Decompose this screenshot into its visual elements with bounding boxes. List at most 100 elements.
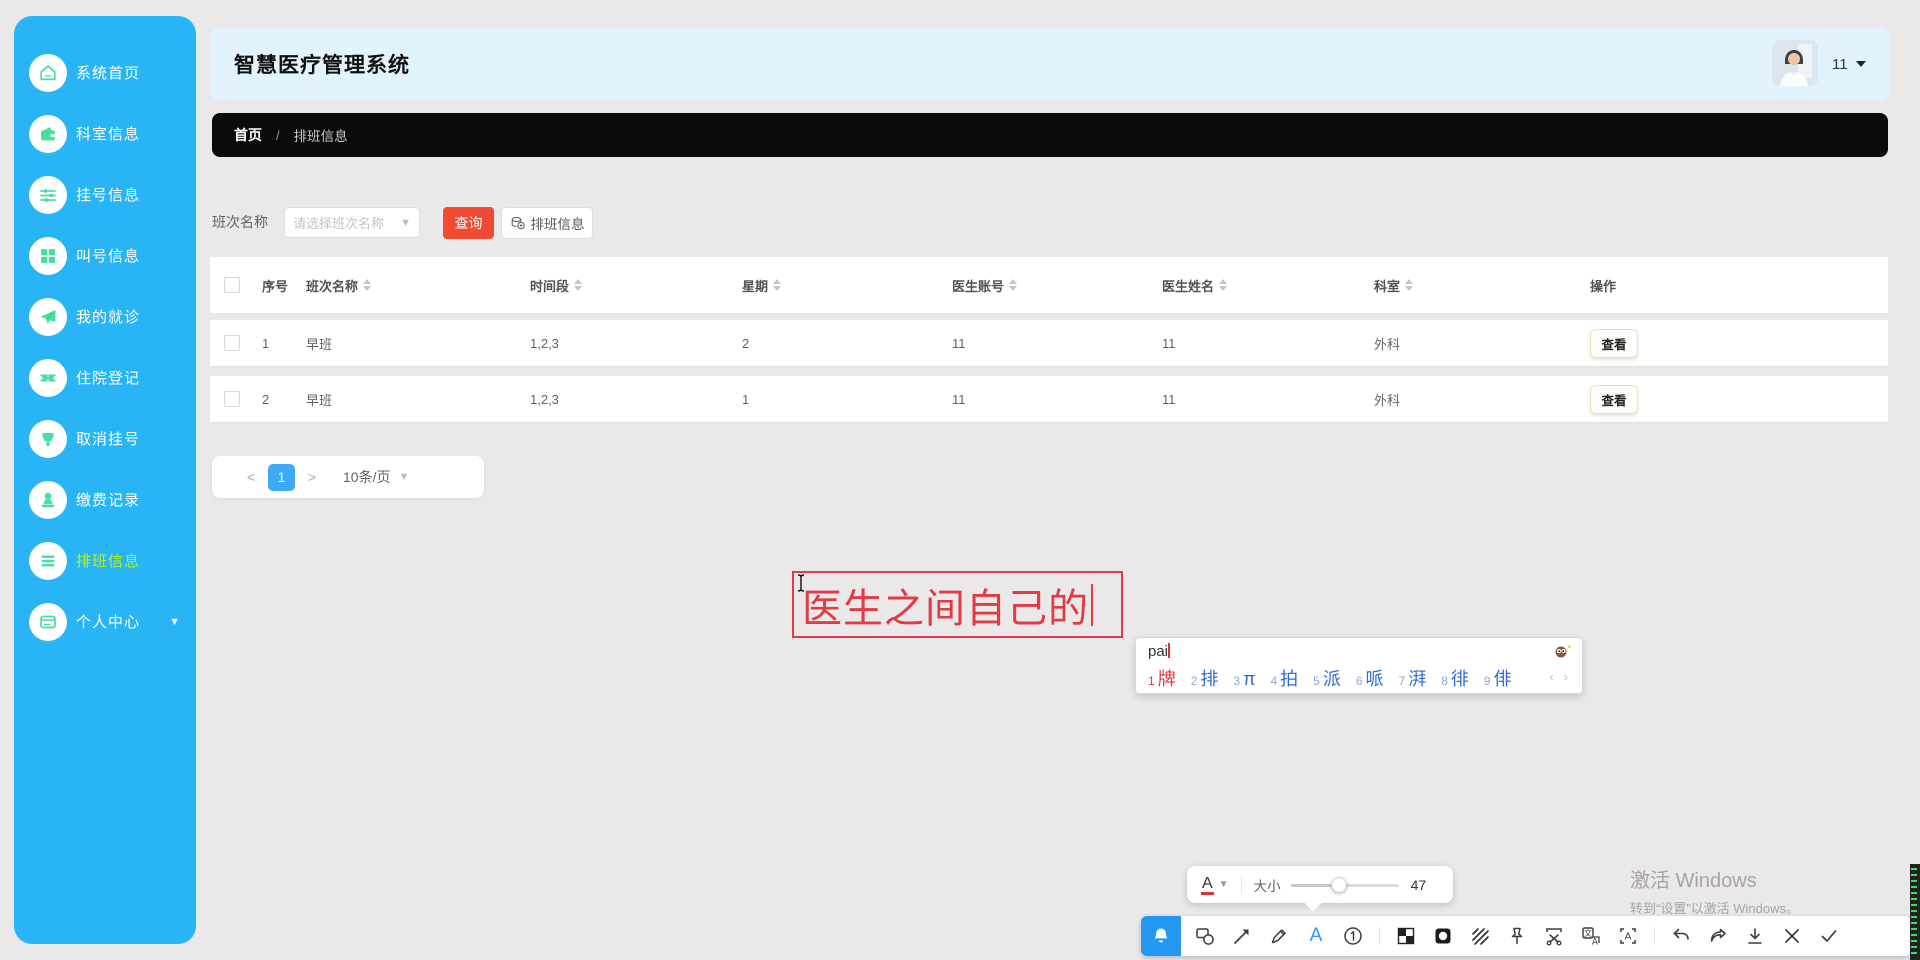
prev-page-button[interactable]: < xyxy=(242,469,260,485)
cell-doctor-name: 11 xyxy=(1162,335,1176,351)
schedule-info-button-label: 排班信息 xyxy=(530,217,585,232)
row-checkbox[interactable] xyxy=(224,335,240,351)
schedule-info-button[interactable]: 排班信息 xyxy=(501,207,593,239)
ime-candidate[interactable]: 4拍 xyxy=(1270,665,1298,691)
ocr-tool-button[interactable]: A xyxy=(1617,925,1639,947)
ticket-icon xyxy=(29,358,67,397)
slider-handle[interactable] xyxy=(1330,876,1347,893)
sidebar-item-call-number[interactable]: 叫号信息 xyxy=(14,225,196,286)
sort-arrows-icon[interactable] xyxy=(1219,279,1228,291)
column-header-doctor-account[interactable]: 医生账号 xyxy=(944,276,1154,295)
ime-candidate[interactable]: 5派 xyxy=(1313,665,1341,691)
view-button[interactable]: 查看 xyxy=(1590,328,1638,358)
text-caret xyxy=(1091,583,1093,626)
cell-weekday: 1 xyxy=(742,391,750,407)
font-size-label: 大小 xyxy=(1253,878,1281,894)
avatar[interactable] xyxy=(1772,40,1818,86)
sidebar-item-departments[interactable]: 科室信息 xyxy=(14,103,196,164)
sidebar-item-payment-records[interactable]: 缴费记录 xyxy=(14,469,196,530)
view-button[interactable]: 查看 xyxy=(1590,384,1638,414)
cell-doctor-account: 11 xyxy=(952,335,966,351)
ime-candidate[interactable]: 1牌 xyxy=(1148,665,1176,691)
number-marker-tool-button[interactable] xyxy=(1342,925,1364,947)
ime-candidate[interactable]: 7湃 xyxy=(1399,665,1427,691)
chevron-down-icon: ▼ xyxy=(400,216,411,229)
user-menu[interactable]: 11 xyxy=(1832,28,1866,100)
caret-down-icon xyxy=(1855,61,1866,67)
chevron-down-icon: ▼ xyxy=(1218,879,1229,890)
svg-text:A: A xyxy=(1592,938,1599,948)
shapes-tool-button[interactable] xyxy=(1194,925,1216,947)
next-page-button[interactable]: > xyxy=(303,469,321,485)
select-all-checkbox[interactable] xyxy=(224,277,240,293)
sidebar-item-my-visits[interactable]: 我的就诊 xyxy=(14,286,196,347)
breadcrumb-home-link[interactable]: 首页 xyxy=(234,125,262,145)
sidebar-item-home[interactable]: 系统首页 xyxy=(14,42,196,103)
sort-arrows-icon[interactable] xyxy=(773,279,782,291)
ime-candidate[interactable]: 2排 xyxy=(1191,665,1219,691)
page-number-button[interactable]: 1 xyxy=(268,463,295,491)
sidebar-item-personal-center[interactable]: 个人中心 ▼ xyxy=(14,591,196,652)
translate-tool-button[interactable]: 文A xyxy=(1580,925,1602,947)
page-size-select[interactable]: 10条/页 ▼ xyxy=(343,467,409,487)
pencil-tool-button[interactable] xyxy=(1268,925,1290,947)
ime-candidate[interactable]: 6哌 xyxy=(1356,665,1384,691)
mosaic-tool-button[interactable] xyxy=(1395,925,1417,947)
save-button[interactable] xyxy=(1744,925,1766,947)
column-header-department[interactable]: 科室 xyxy=(1366,276,1582,295)
column-header-time-period[interactable]: 时间段 xyxy=(522,276,734,295)
cell-shift-name: 早班 xyxy=(306,336,333,352)
cell-doctor-name: 11 xyxy=(1162,391,1176,407)
ime-candidate[interactable]: 9俳 xyxy=(1484,665,1512,691)
font-property-popup: A ▼ 大小 47 xyxy=(1187,866,1453,903)
cell-index: 2 xyxy=(262,391,270,407)
sort-arrows-icon[interactable] xyxy=(1405,279,1414,291)
svg-text:A: A xyxy=(1625,932,1632,943)
svg-text:文: 文 xyxy=(1584,928,1592,938)
confirm-button[interactable] xyxy=(1818,925,1840,947)
column-header-index: 序号 xyxy=(262,278,289,294)
filter-label: 班次名称 xyxy=(212,214,268,230)
pin-tool-button[interactable] xyxy=(1506,925,1528,947)
ime-prev-page-button[interactable]: ‹ xyxy=(1549,669,1553,684)
font-color-dropdown[interactable]: A ▼ xyxy=(1201,875,1229,895)
text-tool-button[interactable]: A xyxy=(1305,925,1327,947)
ime-next-page-button[interactable]: › xyxy=(1564,669,1568,684)
redo-button[interactable] xyxy=(1707,925,1729,947)
ime-candidate[interactable]: 8徘 xyxy=(1441,665,1469,691)
query-button[interactable]: 查询 xyxy=(443,207,494,239)
sort-arrows-icon[interactable] xyxy=(363,279,372,291)
schedule-list-icon xyxy=(29,541,67,580)
bell-tool-button[interactable] xyxy=(1141,916,1181,956)
hatch-tool-button[interactable] xyxy=(1469,925,1491,947)
font-size-slider[interactable] xyxy=(1290,876,1399,893)
sort-arrows-icon[interactable] xyxy=(1009,279,1018,291)
blur-tool-button[interactable] xyxy=(1432,925,1454,947)
sidebar-item-hospitalization[interactable]: 住院登记 xyxy=(14,347,196,408)
shift-name-select[interactable]: 请选择班次名称 ▼ xyxy=(284,207,420,238)
ime-logo-icon[interactable] xyxy=(1554,644,1572,658)
column-header-shift-name[interactable]: 班次名称 xyxy=(298,276,522,295)
arrow-tool-button[interactable] xyxy=(1231,925,1253,947)
edge-color-strip xyxy=(1910,864,1920,960)
divider xyxy=(1654,927,1655,945)
text-tool-icon: A xyxy=(1309,925,1323,946)
ibeam-cursor xyxy=(795,573,807,598)
paper-plane-icon xyxy=(29,297,67,336)
header: 智慧医疗管理系统 11 xyxy=(210,28,1890,100)
column-header-weekday[interactable]: 星期 xyxy=(734,276,944,295)
app-window: 系统首页 科室信息 挂号信息 叫号信息 我的就诊 住院登记 取消挂号 缴费记录 … xyxy=(0,0,1920,960)
sidebar-item-cancel-registration[interactable]: 取消挂号 xyxy=(14,408,196,469)
row-checkbox[interactable] xyxy=(224,391,240,407)
undo-button[interactable] xyxy=(1670,925,1692,947)
sidebar-item-registration[interactable]: 挂号信息 xyxy=(14,164,196,225)
close-button[interactable] xyxy=(1781,925,1803,947)
divider xyxy=(1379,927,1380,945)
sort-arrows-icon[interactable] xyxy=(574,279,583,291)
ime-candidate-list: 1牌 2排 3π 4拍 5派 6哌 7湃 8徘 9俳 xyxy=(1148,665,1512,691)
annotation-text-box[interactable]: 医生之间自己的 xyxy=(792,571,1123,638)
cutout-tool-button[interactable] xyxy=(1543,925,1565,947)
ime-candidate[interactable]: 3π xyxy=(1233,669,1255,690)
column-header-doctor-name[interactable]: 医生姓名 xyxy=(1154,276,1366,295)
sidebar-item-schedule[interactable]: 排班信息 xyxy=(14,530,196,591)
